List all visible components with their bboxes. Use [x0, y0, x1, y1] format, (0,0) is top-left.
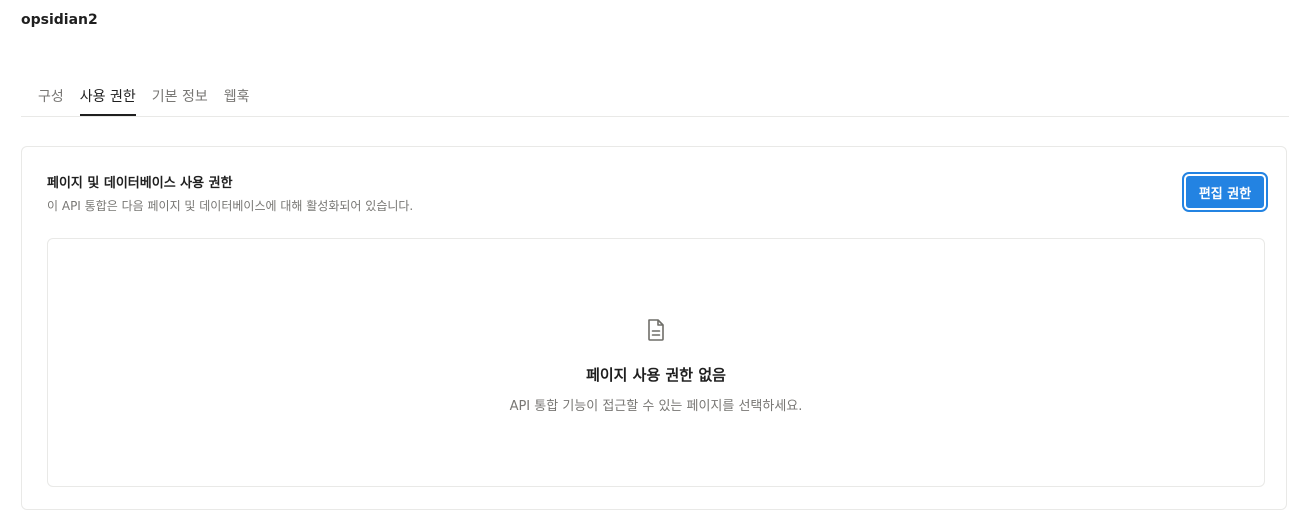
- document-icon: [648, 319, 664, 341]
- permissions-title: 페이지 및 데이터베이스 사용 권한: [47, 176, 233, 191]
- edit-permissions-button[interactable]: 편집 권한: [1182, 172, 1268, 212]
- tab-webhooks[interactable]: 웹훅: [224, 80, 250, 109]
- app-title: opsidian2: [21, 12, 98, 28]
- tab-configuration[interactable]: 구성: [38, 80, 64, 109]
- empty-state-description: API 통합 기능이 접근할 수 있는 페이지를 선택하세요.: [509, 399, 803, 414]
- empty-state-title: 페이지 사용 권한 없음: [586, 366, 726, 384]
- permissions-description: 이 API 통합은 다음 페이지 및 데이터베이스에 대해 활성화되어 있습니다…: [47, 199, 414, 213]
- tab-permissions[interactable]: 사용 권한: [79, 80, 136, 116]
- tab-bar: 구성 사용 권한 기본 정보 웹훅: [21, 80, 1289, 117]
- permissions-card: 페이지 및 데이터베이스 사용 권한 이 API 통합은 다음 페이지 및 데이…: [21, 146, 1287, 510]
- empty-state: 페이지 사용 권한 없음 API 통합 기능이 접근할 수 있는 페이지를 선택…: [47, 238, 1265, 487]
- tab-basic-info[interactable]: 기본 정보: [152, 80, 208, 109]
